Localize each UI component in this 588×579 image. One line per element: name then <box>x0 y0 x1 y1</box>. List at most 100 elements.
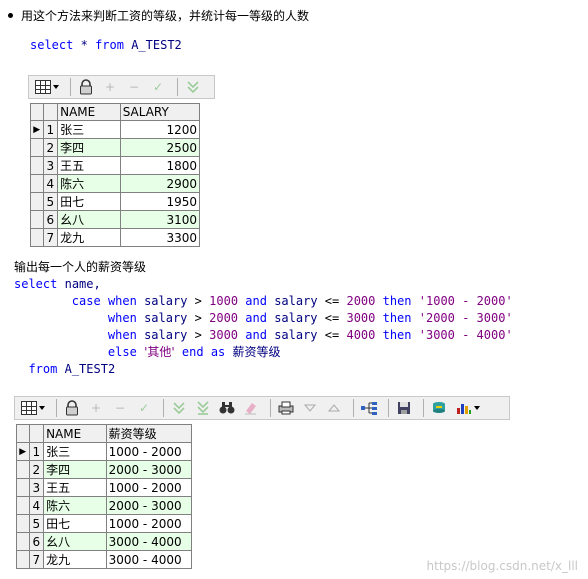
str-range: '2000 - 3000' <box>418 311 513 325</box>
previous-page-button[interactable] <box>324 398 344 418</box>
cell-name[interactable]: 陈六 <box>43 496 107 515</box>
cell-name[interactable]: 幺八 <box>43 532 107 551</box>
cell-salary[interactable]: 3100 <box>119 210 201 229</box>
table-row[interactable]: 5 田七 1000 - 2000 <box>16 514 193 533</box>
next-page-button[interactable] <box>300 398 320 418</box>
query-by-example-button[interactable] <box>169 398 189 418</box>
delete-row-button[interactable]: − <box>124 77 144 97</box>
row-number: 3 <box>28 478 45 497</box>
intro-text: 用这个方法来判断工资的等级，并统计每一等级的人数 <box>21 9 310 23</box>
cell-grade[interactable]: 2000 - 3000 <box>105 496 193 515</box>
post-button[interactable]: ✓ <box>134 398 154 418</box>
grid-icon <box>35 80 51 94</box>
delete-row-button[interactable]: − <box>110 398 130 418</box>
cell-grade[interactable]: 1000 - 2000 <box>105 442 193 461</box>
column-header-grade[interactable]: 薪资等级 <box>105 424 193 443</box>
cell-name[interactable]: 王五 <box>43 478 107 497</box>
kw-as: as <box>210 345 226 359</box>
cell-salary[interactable]: 1950 <box>119 192 201 211</box>
cell-name[interactable]: 龙九 <box>43 550 107 569</box>
cell-name[interactable]: 田七 <box>43 514 107 533</box>
clear-button[interactable] <box>241 398 261 418</box>
toolbar-separator <box>177 78 178 96</box>
kw-from: from <box>95 38 124 52</box>
cell-salary[interactable]: 2500 <box>119 138 201 157</box>
table-row[interactable]: ▶ 1 张三 1000 - 2000 <box>16 442 193 461</box>
plus-icon: + <box>104 80 116 94</box>
query2-code: select name, case when salary > 1000 and… <box>14 276 513 378</box>
post-button[interactable]: ✓ <box>148 77 168 97</box>
query-by-example-button[interactable] <box>183 77 203 97</box>
cell-name[interactable]: 张三 <box>43 442 107 461</box>
minus-icon: − <box>114 401 126 415</box>
cell-name[interactable]: 李四 <box>43 460 107 479</box>
add-row-button[interactable]: + <box>100 77 120 97</box>
clear-record-button[interactable] <box>193 398 213 418</box>
table-row[interactable]: 2 李四 2000 - 3000 <box>16 460 193 479</box>
grid-toolbar-2: + − ✓ <box>14 396 510 420</box>
col-salary: salary <box>274 294 318 308</box>
table-row[interactable]: 5 田七 1950 <box>30 192 201 211</box>
triangle-up-icon <box>328 404 340 412</box>
lock-icon <box>80 79 92 95</box>
toolbar-separator <box>270 399 271 417</box>
table-row[interactable]: 6 幺八 3100 <box>30 210 201 229</box>
query1-code: select * from A_TEST2 <box>30 38 182 52</box>
cell-grade[interactable]: 2000 - 3000 <box>105 460 193 479</box>
table-row[interactable]: 2 李四 2500 <box>30 138 201 157</box>
chart-dropdown[interactable] <box>453 398 483 418</box>
row-number: 7 <box>28 550 45 569</box>
find-button[interactable] <box>217 398 237 418</box>
table-row[interactable]: 3 王五 1800 <box>30 156 201 175</box>
toolbar-separator <box>353 399 354 417</box>
kw-then: then <box>382 328 412 342</box>
table-row[interactable]: 4 陈六 2000 - 3000 <box>16 496 193 515</box>
grid-view-dropdown[interactable] <box>33 77 61 97</box>
corner-cell <box>16 424 30 443</box>
cell-grade[interactable]: 3000 - 4000 <box>105 532 193 551</box>
grid-toolbar-1: + − ✓ <box>28 75 215 99</box>
cell-name[interactable]: 陈六 <box>57 174 121 193</box>
num-lower: 1000 <box>209 294 239 308</box>
column-header-salary[interactable]: SALARY <box>119 103 201 121</box>
cell-name[interactable]: 龙九 <box>57 228 121 247</box>
corner-cell <box>30 103 44 121</box>
cell-grade[interactable]: 3000 - 4000 <box>105 550 193 569</box>
cell-grade[interactable]: 1000 - 2000 <box>105 478 193 497</box>
toolbar-separator <box>70 78 71 96</box>
cell-salary[interactable]: 1800 <box>119 156 201 175</box>
tree-view-button[interactable] <box>359 398 379 418</box>
row-number: 5 <box>42 192 59 211</box>
export-button[interactable] <box>429 398 449 418</box>
print-preview-button[interactable] <box>276 398 296 418</box>
table-row[interactable]: 7 龙九 3000 - 4000 <box>16 550 193 569</box>
col-salary: salary <box>144 328 188 342</box>
cell-name[interactable]: 幺八 <box>57 210 121 229</box>
add-row-button[interactable]: + <box>86 398 106 418</box>
cell-name[interactable]: 张三 <box>57 120 121 139</box>
cell-grade[interactable]: 1000 - 2000 <box>105 514 193 533</box>
row-number: 1 <box>42 120 59 139</box>
table-row[interactable]: 4 陈六 2900 <box>30 174 201 193</box>
cell-salary[interactable]: 2900 <box>119 174 201 193</box>
table-row[interactable]: 3 王五 1000 - 2000 <box>16 478 193 497</box>
lock-button[interactable] <box>62 398 82 418</box>
cell-salary[interactable]: 1200 <box>119 120 201 139</box>
op-gt: > <box>194 294 202 308</box>
table-row[interactable]: ▶ 1 张三 1200 <box>30 120 201 139</box>
alias: 薪资等级 <box>232 345 281 359</box>
table-row[interactable]: 7 龙九 3300 <box>30 228 201 247</box>
column-header-name[interactable]: NAME <box>43 424 107 443</box>
cell-name[interactable]: 李四 <box>57 138 121 157</box>
cell-salary[interactable]: 3300 <box>119 228 201 247</box>
grid-view-dropdown[interactable] <box>19 398 47 418</box>
num-upper: 3000 <box>346 311 376 325</box>
cell-name[interactable]: 田七 <box>57 192 121 211</box>
lock-button[interactable] <box>76 77 96 97</box>
kw-and: and <box>245 328 267 342</box>
chevron-down-icon <box>53 85 59 89</box>
column-header-name[interactable]: NAME <box>57 103 121 121</box>
table-row[interactable]: 6 幺八 3000 - 4000 <box>16 532 193 551</box>
cell-name[interactable]: 王五 <box>57 156 121 175</box>
save-button[interactable] <box>394 398 414 418</box>
